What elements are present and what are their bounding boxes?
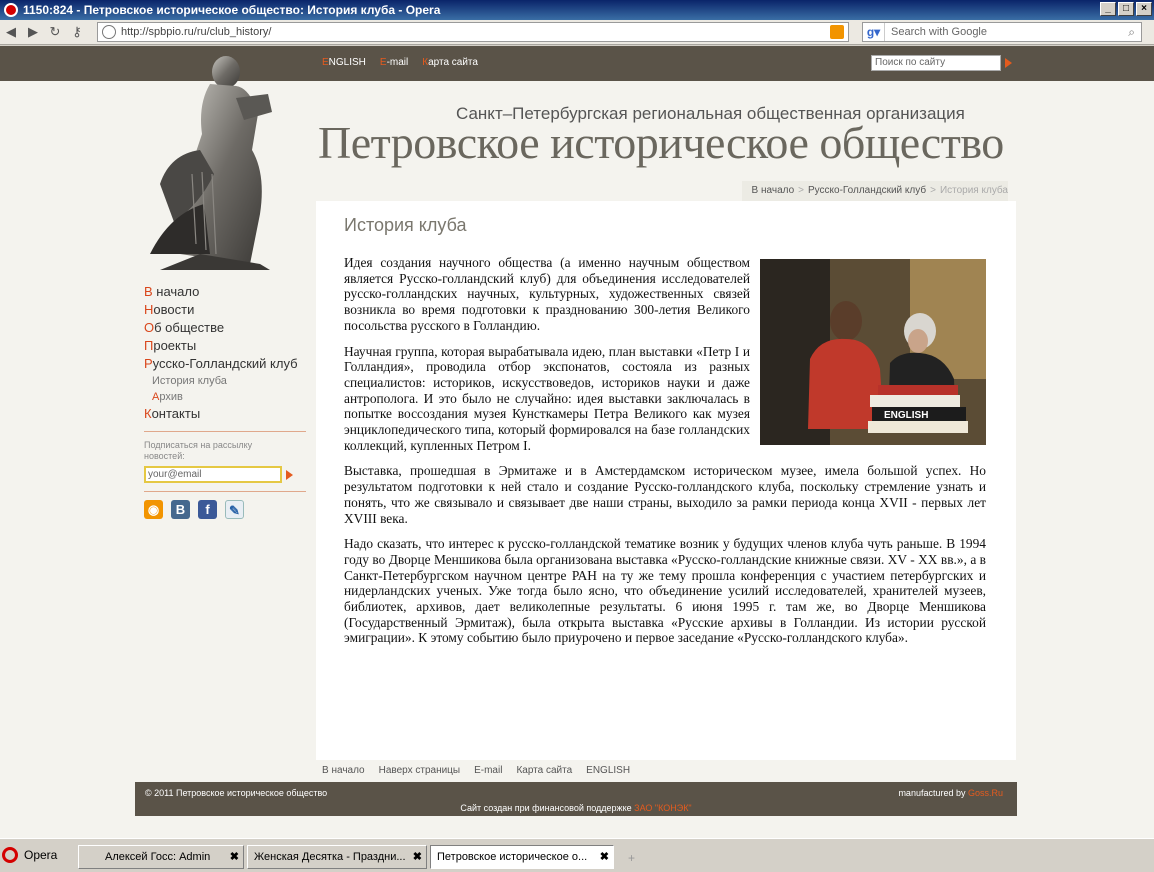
footer-link-email[interactable]: E-mail <box>474 765 502 776</box>
article-paragraph: ENGLISH Идея создания научного общества … <box>344 255 986 445</box>
window-title: 1150:824 - Петровское историческое общес… <box>23 3 441 17</box>
rss-feed-icon[interactable] <box>830 25 844 39</box>
footer-band: © 2011 Петровское историческое общество … <box>135 782 1017 816</box>
menu-item-dutch-club[interactable]: Русско-Голландский клуб <box>144 355 309 373</box>
header-links: ENGLISH E-mail Карта сайта <box>322 57 478 68</box>
header-link-email[interactable]: E-mail <box>380 57 408 68</box>
close-tab-icon[interactable]: ✖ <box>600 846 609 868</box>
menu-item-projects[interactable]: Проекты <box>144 337 309 355</box>
google-icon[interactable]: g▾ <box>863 23 885 41</box>
copyright-text: © 2011 Петровское историческое общество <box>145 788 328 798</box>
address-bar[interactable]: http://spbpio.ru/ru/club_history/ <box>97 22 849 42</box>
article-paragraph: Выставка, прошедшая в Эрмитаже и в Амсте… <box>344 463 986 526</box>
key-icon[interactable]: ⚷ <box>66 22 88 42</box>
subscribe-row: your@email <box>144 466 309 483</box>
left-menu: В начало Новости Об обществе Проекты Рус… <box>144 283 309 519</box>
breadcrumb-bar: В начало > Русско-Голландский клуб > История… <box>316 181 1016 201</box>
taskbar: Opera Алексей Госс: Admin ✖ Женская Десят… <box>0 838 1154 872</box>
footer-link-sitemap[interactable]: Карта сайта <box>516 765 572 776</box>
sponsor-link[interactable]: ЗАО "КОНЭК" <box>634 803 692 813</box>
org-title[interactable]: Петровское историческое общество <box>318 116 1004 169</box>
maximize-button[interactable]: □ <box>1118 2 1134 16</box>
menu-item-home[interactable]: В начало <box>144 283 309 301</box>
page-title: История клуба <box>344 215 467 235</box>
peter-statue-logo-image[interactable] <box>140 54 288 272</box>
url-text[interactable]: http://spbpio.ru/ru/club_history/ <box>121 26 271 38</box>
opera-o-icon <box>2 847 18 863</box>
footer-links: В начало Наверх страницы E-mail Карта са… <box>322 765 630 776</box>
club-photo-image: ENGLISH <box>760 259 986 445</box>
photo-book-text: ENGLISH <box>884 410 928 421</box>
browser-toolbar: ◀ ▶ ↻ ⚷ http://spbpio.ru/ru/club_history… <box>0 20 1154 45</box>
paragraph-text: Идея создания научного общества (а именн… <box>344 255 750 333</box>
globe-icon <box>102 25 116 39</box>
breadcrumb-home[interactable]: В начало <box>752 185 795 196</box>
article-body: ENGLISH Идея создания научного общества … <box>344 255 986 656</box>
close-window-button[interactable]: × <box>1136 2 1152 16</box>
menu-divider <box>144 431 306 432</box>
email-input[interactable]: your@email <box>144 466 282 483</box>
tab-admin[interactable]: Алексей Госс: Admin ✖ <box>78 845 244 869</box>
support-text: Сайт создан при финансовой поддержке ЗАО… <box>460 803 692 813</box>
facebook-icon[interactable]: f <box>198 500 217 519</box>
rss-icon[interactable]: ◉ <box>144 500 163 519</box>
subscribe-label: Подписаться на рассылку новостей: <box>144 440 253 461</box>
header-link-english[interactable]: ENGLISH <box>322 57 366 68</box>
vkontakte-icon[interactable]: B <box>171 500 190 519</box>
subscribe-go-arrow-icon[interactable] <box>286 470 293 480</box>
menu-item-contacts[interactable]: Контакты <box>144 405 309 423</box>
menu-subitem-club-history[interactable]: История клуба <box>144 373 309 389</box>
footer-link-home[interactable]: В начало <box>322 765 365 776</box>
breadcrumb: В начало > Русско-Голландский клуб > История… <box>741 181 1008 201</box>
footer-link-english[interactable]: ENGLISH <box>586 765 630 776</box>
close-tab-icon[interactable]: ✖ <box>413 846 422 868</box>
new-tab-icon[interactable]: + <box>628 851 635 865</box>
back-arrow-icon[interactable]: ◀ <box>0 22 22 42</box>
search-icon[interactable]: ⌕ <box>1128 25 1135 40</box>
header-link-sitemap[interactable]: Карта сайта <box>422 57 478 68</box>
social-icons: ◉ B f ✎ <box>144 500 309 519</box>
manufactured-by: manufactured by Goss.Ru <box>898 788 1003 798</box>
opera-logo-icon <box>4 3 18 17</box>
livejournal-icon[interactable]: ✎ <box>225 500 244 519</box>
tab-zhenskaya[interactable]: Женская Десятка - Праздни... ✖ <box>247 845 427 869</box>
reload-icon[interactable]: ↻ <box>44 22 66 42</box>
menu-item-about[interactable]: Об обществе <box>144 319 309 337</box>
footer-link-top[interactable]: Наверх страницы <box>379 765 461 776</box>
menu-item-news[interactable]: Новости <box>144 301 309 319</box>
opera-menu-button[interactable]: Opera <box>2 847 57 863</box>
site-search-go-arrow-icon[interactable] <box>1005 58 1012 68</box>
menu-subitem-archive[interactable]: Архив <box>144 389 309 405</box>
page-viewport: ENGLISH E-mail Карта сайта Поиск по сайт… <box>0 46 1154 838</box>
browser-search-placeholder: Search with Google <box>891 26 987 38</box>
browser-search-field[interactable]: g▾ Search with Google ⌕ <box>862 22 1142 42</box>
manufacturer-link[interactable]: Goss.Ru <box>968 788 1003 798</box>
breadcrumb-current: История клуба <box>939 185 1008 196</box>
club-photo[interactable]: ENGLISH <box>760 259 986 445</box>
breadcrumb-section[interactable]: Русско-Голландский клуб <box>808 185 926 196</box>
window-controls: _ □ × <box>1100 2 1152 16</box>
forward-arrow-icon[interactable]: ▶ <box>22 22 44 42</box>
article-paragraph: Надо сказать, что интерес к русско-голла… <box>344 536 986 646</box>
menu-divider <box>144 491 306 492</box>
minimize-button[interactable]: _ <box>1100 2 1116 16</box>
site-search-input[interactable]: Поиск по сайту <box>871 55 1001 71</box>
main-content: В начало > Русско-Голландский клуб > История… <box>316 181 1016 760</box>
tab-current[interactable]: Петровское историческое о... ✖ <box>430 845 614 869</box>
window-titlebar: 1150:824 - Петровское историческое общес… <box>0 0 1154 20</box>
close-tab-icon[interactable]: ✖ <box>230 846 239 868</box>
